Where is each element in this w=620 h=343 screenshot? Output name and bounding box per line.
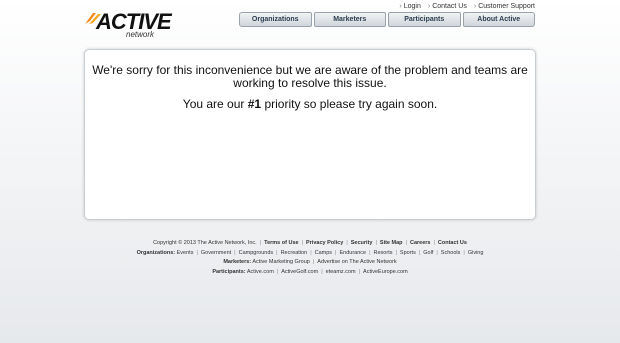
priority-number: #1 [247, 97, 262, 111]
top-utility-links: › Login › Contact Us › Customer Support [399, 3, 535, 10]
org-link-golf[interactable]: Golf [423, 250, 433, 256]
error-line-2: working to resolve this issue. [233, 76, 387, 90]
org-link-recreation[interactable]: Recreation [281, 250, 308, 256]
tab-marketers[interactable]: Marketers [313, 12, 386, 27]
tab-about-active[interactable]: About Active [462, 12, 535, 27]
participants-link-activegolf[interactable]: ActiveGolf.com [281, 269, 318, 275]
org-link-campgrounds[interactable]: Campgrounds [239, 250, 274, 256]
org-link-schools[interactable]: Schools [441, 250, 461, 256]
org-link-resorts[interactable]: Resorts [374, 250, 393, 256]
terms-link[interactable]: Terms of Use [264, 240, 298, 246]
bullet-icon: › [399, 3, 402, 10]
active-network-logo[interactable]: ACTIVE network [84, 9, 172, 39]
customer-support-link[interactable]: › Customer Support [474, 3, 535, 10]
error-message-panel: We're sorry for this inconvenience but w… [84, 49, 536, 220]
bullet-icon: › [473, 3, 477, 10]
footer-organizations-row: Organizations: Events | Government | Campgro… [136, 249, 484, 256]
bullet-icon: › [427, 3, 431, 10]
security-link[interactable]: Security [351, 240, 373, 246]
error-message: We're sorry for this inconvenience but w… [85, 64, 535, 90]
contact-us-link[interactable]: › Contact Us [428, 3, 467, 10]
logo-subtext: network [126, 30, 155, 39]
tab-organizations[interactable]: Organizations [239, 12, 312, 27]
participants-link-activeeurope[interactable]: ActiveEurope.com [363, 269, 408, 275]
tab-participants[interactable]: Participants [388, 12, 461, 27]
marketers-link-amg[interactable]: Active Marketing Group [252, 259, 309, 265]
footer-marketers-row: Marketers: Active Marketing Group | Advert… [223, 259, 397, 265]
org-link-camps[interactable]: Camps [315, 250, 332, 256]
footer: Copyright © 2013 The Active Network, Inc… [0, 239, 620, 277]
main-nav: Organizations Marketers Participants Abo… [239, 12, 535, 27]
org-link-giving[interactable]: Giving [468, 250, 484, 256]
privacy-link[interactable]: Privacy Policy [306, 240, 343, 246]
footer-contact-link[interactable]: Contact Us [438, 240, 467, 246]
org-link-sports[interactable]: Sports [400, 250, 416, 256]
org-link-endurance[interactable]: Endurance [339, 250, 366, 256]
footer-legal-row: Copyright © 2013 The Active Network, Inc… [153, 240, 467, 246]
login-link[interactable]: › Login [399, 3, 420, 10]
marketers-link-advertise[interactable]: Advertise on The Active Network [317, 259, 396, 265]
careers-link[interactable]: Careers [410, 240, 431, 246]
participants-link-active[interactable]: Active.com [247, 269, 274, 275]
participants-link-eteamz[interactable]: eteamz.com [326, 269, 356, 275]
org-link-events[interactable]: Events [177, 250, 194, 256]
footer-participants-row: Participants: Active.com | ActiveGolf.com |… [212, 268, 408, 275]
org-link-government[interactable]: Government [201, 250, 231, 256]
priority-message: You are our #1 priority so please try ag… [182, 97, 438, 111]
copyright-text: Copyright © 2013 The Active Network, Inc… [153, 240, 257, 246]
site-map-link[interactable]: Site Map [380, 240, 403, 246]
